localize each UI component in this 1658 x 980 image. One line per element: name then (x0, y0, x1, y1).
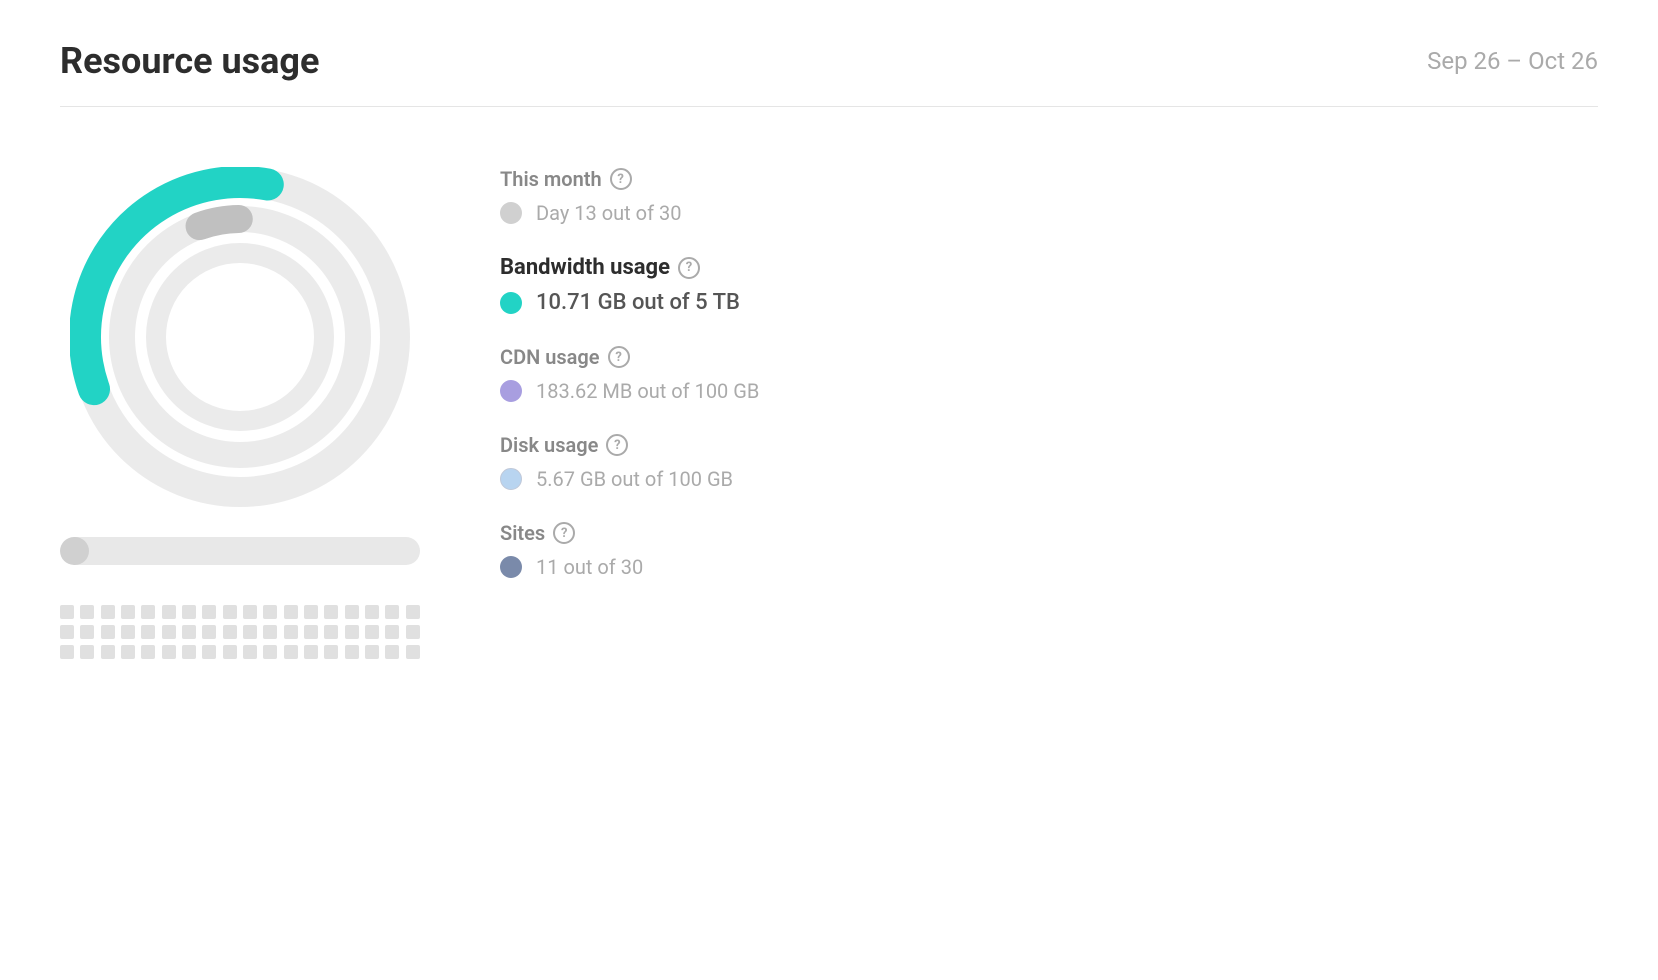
skeleton-cell (101, 605, 115, 619)
skeleton-cell (202, 645, 216, 659)
skeleton-cell (324, 625, 338, 639)
skeleton-cell (243, 605, 257, 619)
skeleton-cell (365, 605, 379, 619)
disk-group: Disk usage ? 5.67 GB out of 100 GB (500, 433, 1598, 491)
skeleton-cell (345, 605, 359, 619)
skeleton-cell (263, 645, 277, 659)
skeleton-cell (284, 605, 298, 619)
skeleton-cell (101, 625, 115, 639)
skeleton-cell (385, 625, 399, 639)
skeleton-cell (141, 645, 155, 659)
skeleton-cell (60, 605, 74, 619)
cdn-label: CDN usage ? (500, 345, 1598, 369)
skeleton-cell (202, 625, 216, 639)
skeleton-cell (141, 605, 155, 619)
this-month-group: This month ? Day 13 out of 30 (500, 167, 1598, 225)
skeleton-cell (121, 625, 135, 639)
skeleton-cell (304, 605, 318, 619)
skeleton-cell (263, 605, 277, 619)
progress-bar-fill (60, 537, 89, 565)
skeleton-cell (263, 625, 277, 639)
skeleton-cell (162, 645, 176, 659)
sites-help-icon[interactable]: ? (553, 522, 575, 544)
stats-section: This month ? Day 13 out of 30 Bandwidth … (500, 147, 1598, 609)
this-month-dot (500, 202, 522, 224)
skeleton-cell (385, 605, 399, 619)
this-month-help-icon[interactable]: ? (610, 168, 632, 190)
skeleton-cell (324, 605, 338, 619)
sites-dot (500, 556, 522, 578)
skeleton-cell (365, 645, 379, 659)
skeleton-cell (182, 625, 196, 639)
skeleton-cell (162, 605, 176, 619)
skeleton-cell (60, 625, 74, 639)
content-area: This month ? Day 13 out of 30 Bandwidth … (60, 147, 1598, 659)
skeleton-cell (406, 645, 420, 659)
disk-label: Disk usage ? (500, 433, 1598, 457)
skeleton-cell (80, 625, 94, 639)
skeleton-cell (284, 645, 298, 659)
donut-svg (70, 167, 410, 507)
cdn-group: CDN usage ? 183.62 MB out of 100 GB (500, 345, 1598, 403)
skeleton-cell (304, 625, 318, 639)
bandwidth-value: 10.71 GB out of 5 TB (500, 290, 1598, 315)
disk-dot (500, 468, 522, 490)
skeleton-cell (223, 625, 237, 639)
skeleton-cell (284, 625, 298, 639)
skeleton-cell (80, 645, 94, 659)
skeleton-cell (80, 605, 94, 619)
disk-help-icon[interactable]: ? (606, 434, 628, 456)
sites-label: Sites ? (500, 521, 1598, 545)
chart-section (60, 147, 420, 659)
skeleton-cell (243, 645, 257, 659)
page-title: Resource usage (60, 40, 319, 82)
disk-value: 5.67 GB out of 100 GB (500, 467, 1598, 491)
this-month-label: This month ? (500, 167, 1598, 191)
cdn-help-icon[interactable]: ? (608, 346, 630, 368)
bandwidth-help-icon[interactable]: ? (678, 257, 700, 279)
skeleton-cell (365, 625, 379, 639)
donut-chart (70, 167, 410, 507)
header: Resource usage Sep 26 – Oct 26 (60, 40, 1598, 107)
skeleton-cell (202, 605, 216, 619)
skeleton-cell (141, 625, 155, 639)
skeleton-cell (406, 605, 420, 619)
skeleton-cell (324, 645, 338, 659)
bandwidth-group: Bandwidth usage ? 10.71 GB out of 5 TB (500, 255, 1598, 315)
skeleton-cell (101, 645, 115, 659)
skeleton-cell (223, 645, 237, 659)
skeleton-cell (182, 605, 196, 619)
skeleton-cell (182, 645, 196, 659)
skeleton-cell (345, 645, 359, 659)
skeleton-cell (243, 625, 257, 639)
skeleton-cell (162, 625, 176, 639)
date-range: Sep 26 – Oct 26 (1427, 47, 1598, 75)
progress-bar (60, 537, 420, 565)
sites-value: 11 out of 30 (500, 555, 1598, 579)
skeleton-cell (406, 625, 420, 639)
skeleton-cell (121, 645, 135, 659)
skeleton-cell (223, 605, 237, 619)
bandwidth-label: Bandwidth usage ? (500, 255, 1598, 280)
bandwidth-dot (500, 292, 522, 314)
cdn-value: 183.62 MB out of 100 GB (500, 379, 1598, 403)
skeleton-grid (60, 605, 420, 659)
skeleton-cell (304, 645, 318, 659)
this-month-value: Day 13 out of 30 (500, 201, 1598, 225)
skeleton-cell (345, 625, 359, 639)
skeleton-cell (60, 645, 74, 659)
skeleton-cell (121, 605, 135, 619)
page-container: Resource usage Sep 26 – Oct 26 (0, 0, 1658, 699)
skeleton-cell (385, 645, 399, 659)
cdn-dot (500, 380, 522, 402)
sites-group: Sites ? 11 out of 30 (500, 521, 1598, 579)
